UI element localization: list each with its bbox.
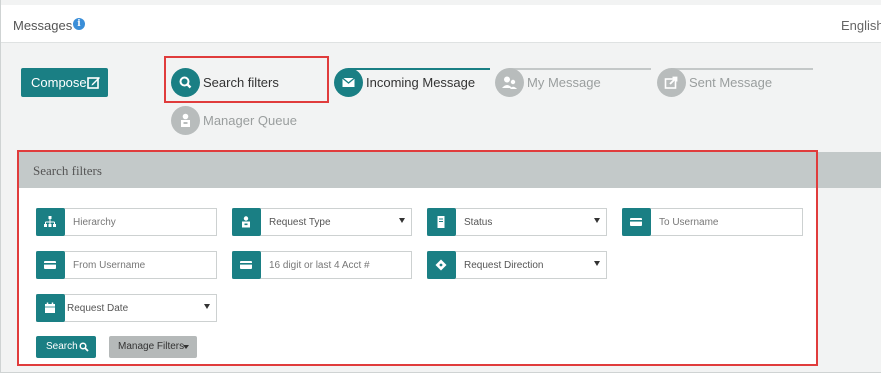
edit-icon xyxy=(87,77,100,89)
users-icon xyxy=(495,68,524,97)
compose-label: Compose xyxy=(31,75,87,90)
compose-button[interactable]: Compose xyxy=(21,68,108,97)
user-lock-icon xyxy=(171,106,200,135)
envelope-icon xyxy=(334,68,363,97)
tab-label: My Message xyxy=(527,75,601,90)
step-connector xyxy=(509,68,651,70)
tab-label: Incoming Message xyxy=(366,75,476,90)
info-icon[interactable]: i xyxy=(73,18,85,30)
tab-sent-message[interactable]: Sent Message xyxy=(657,68,817,98)
tab-label: Sent Message xyxy=(689,75,773,90)
tab-incoming-message[interactable]: Incoming Message xyxy=(334,68,494,98)
share-icon xyxy=(657,68,686,97)
highlight-box xyxy=(164,56,329,103)
tab-manager-queue[interactable]: Manager Queue xyxy=(171,106,331,136)
page-title: Messages xyxy=(13,18,73,33)
tab-my-message[interactable]: My Message xyxy=(495,68,655,98)
step-connector xyxy=(348,68,490,70)
tab-label: Manager Queue xyxy=(203,113,297,128)
top-bar: Messages i English xyxy=(1,5,881,43)
app-frame: Messages i English Compose Search filter… xyxy=(0,0,881,373)
language-selector[interactable]: English xyxy=(841,18,881,33)
step-connector xyxy=(671,68,813,70)
highlight-box xyxy=(17,150,818,366)
